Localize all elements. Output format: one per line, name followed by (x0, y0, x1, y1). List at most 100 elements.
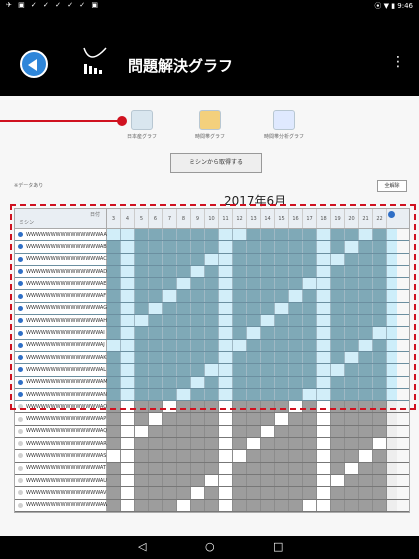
day-cell[interactable] (233, 474, 247, 487)
day-cell[interactable] (163, 351, 177, 364)
row-checkbox[interactable] (387, 327, 397, 339)
day-cell[interactable] (275, 450, 289, 462)
day-cell[interactable] (317, 438, 331, 450)
graph-button-analysis[interactable]: 時間帯分析グラフ (254, 110, 314, 140)
day-cell[interactable] (303, 302, 317, 315)
day-cell[interactable] (121, 229, 135, 241)
day-cell[interactable] (275, 487, 289, 499)
day-cell[interactable] (289, 241, 303, 253)
nav-back-icon[interactable]: ◁ (138, 540, 146, 553)
day-cell[interactable] (219, 241, 233, 253)
day-cell[interactable] (345, 413, 359, 425)
day-cell[interactable] (219, 302, 233, 315)
day-cell[interactable] (149, 327, 163, 339)
day-cell[interactable] (247, 425, 261, 438)
day-cell[interactable] (345, 499, 359, 511)
day-cell[interactable] (345, 388, 359, 401)
day-cell[interactable] (163, 388, 177, 401)
day-cell[interactable] (331, 401, 345, 413)
day-cell[interactable] (359, 339, 373, 351)
day-cell[interactable] (317, 290, 331, 302)
day-cell[interactable] (135, 327, 149, 339)
day-cell[interactable] (359, 327, 373, 339)
day-cell[interactable] (205, 351, 219, 364)
row-checkbox[interactable] (387, 487, 397, 499)
day-cell[interactable] (205, 438, 219, 450)
day-cell[interactable] (289, 339, 303, 351)
day-cell[interactable] (345, 290, 359, 302)
day-cell[interactable] (135, 278, 149, 290)
day-cell[interactable] (191, 376, 205, 388)
day-cell[interactable] (345, 487, 359, 499)
day-cell[interactable] (359, 229, 373, 241)
machine-row[interactable]: WWWWWWWWWWWWWWWAH (15, 315, 409, 328)
day-cell[interactable] (289, 290, 303, 302)
row-checkbox[interactable] (387, 351, 397, 364)
day-cell[interactable] (163, 450, 177, 462)
day-cell[interactable] (261, 302, 275, 315)
day-cell[interactable] (135, 450, 149, 462)
day-cell[interactable] (247, 302, 261, 315)
day-cell[interactable] (121, 462, 135, 474)
day-cell[interactable] (331, 425, 345, 438)
day-cell[interactable] (121, 315, 135, 327)
day-cell[interactable] (177, 413, 191, 425)
day-cell[interactable] (149, 425, 163, 438)
day-cell[interactable] (219, 290, 233, 302)
day-cell[interactable] (373, 462, 387, 474)
day-cell[interactable] (317, 241, 331, 253)
day-cell[interactable] (303, 401, 317, 413)
day-cell[interactable] (135, 253, 149, 265)
day-cell[interactable] (135, 315, 149, 327)
day-cell[interactable] (205, 450, 219, 462)
day-cell[interactable] (345, 339, 359, 351)
day-cell[interactable] (205, 315, 219, 327)
machine-selection-dot[interactable] (18, 244, 23, 250)
day-cell[interactable] (107, 388, 121, 401)
row-checkbox[interactable] (387, 278, 397, 290)
day-cell[interactable] (107, 376, 121, 388)
day-cell[interactable] (177, 388, 191, 401)
day-cell[interactable] (163, 413, 177, 425)
row-checkbox[interactable] (387, 388, 397, 401)
day-cell[interactable] (191, 339, 205, 351)
day-cell[interactable] (191, 278, 205, 290)
day-cell[interactable] (163, 401, 177, 413)
day-cell[interactable] (275, 388, 289, 401)
day-cell[interactable] (247, 229, 261, 241)
day-cell[interactable] (233, 401, 247, 413)
day-cell[interactable] (149, 253, 163, 265)
day-cell[interactable] (149, 388, 163, 401)
day-cell[interactable] (331, 487, 345, 499)
day-cell[interactable] (135, 388, 149, 401)
day-cell[interactable] (191, 315, 205, 327)
day-cell[interactable] (373, 499, 387, 511)
day-cell[interactable] (373, 290, 387, 302)
machine-selection-dot[interactable] (18, 490, 23, 496)
day-cell[interactable] (205, 499, 219, 511)
day-cell[interactable] (275, 265, 289, 278)
day-cell[interactable] (107, 425, 121, 438)
day-cell[interactable] (317, 462, 331, 474)
day-cell[interactable] (359, 438, 373, 450)
machine-selection-dot[interactable] (18, 392, 23, 397)
day-cell[interactable] (261, 241, 275, 253)
day-cell[interactable] (275, 401, 289, 413)
row-checkbox[interactable] (387, 450, 397, 462)
day-cell[interactable] (345, 425, 359, 438)
machine-selection-dot[interactable] (18, 305, 23, 311)
day-cell[interactable] (177, 229, 191, 241)
day-cell[interactable] (261, 425, 275, 438)
day-cell[interactable] (121, 450, 135, 462)
day-cell[interactable] (373, 438, 387, 450)
day-cell[interactable] (303, 487, 317, 499)
day-cell[interactable] (205, 364, 219, 376)
day-cell[interactable] (233, 413, 247, 425)
day-cell[interactable] (205, 265, 219, 278)
day-cell[interactable] (107, 499, 121, 511)
day-cell[interactable] (219, 388, 233, 401)
day-cell[interactable] (373, 351, 387, 364)
day-cell[interactable] (135, 364, 149, 376)
machine-row[interactable]: WWWWWWWWWWWWWWWAV (15, 487, 409, 500)
day-cell[interactable] (247, 241, 261, 253)
